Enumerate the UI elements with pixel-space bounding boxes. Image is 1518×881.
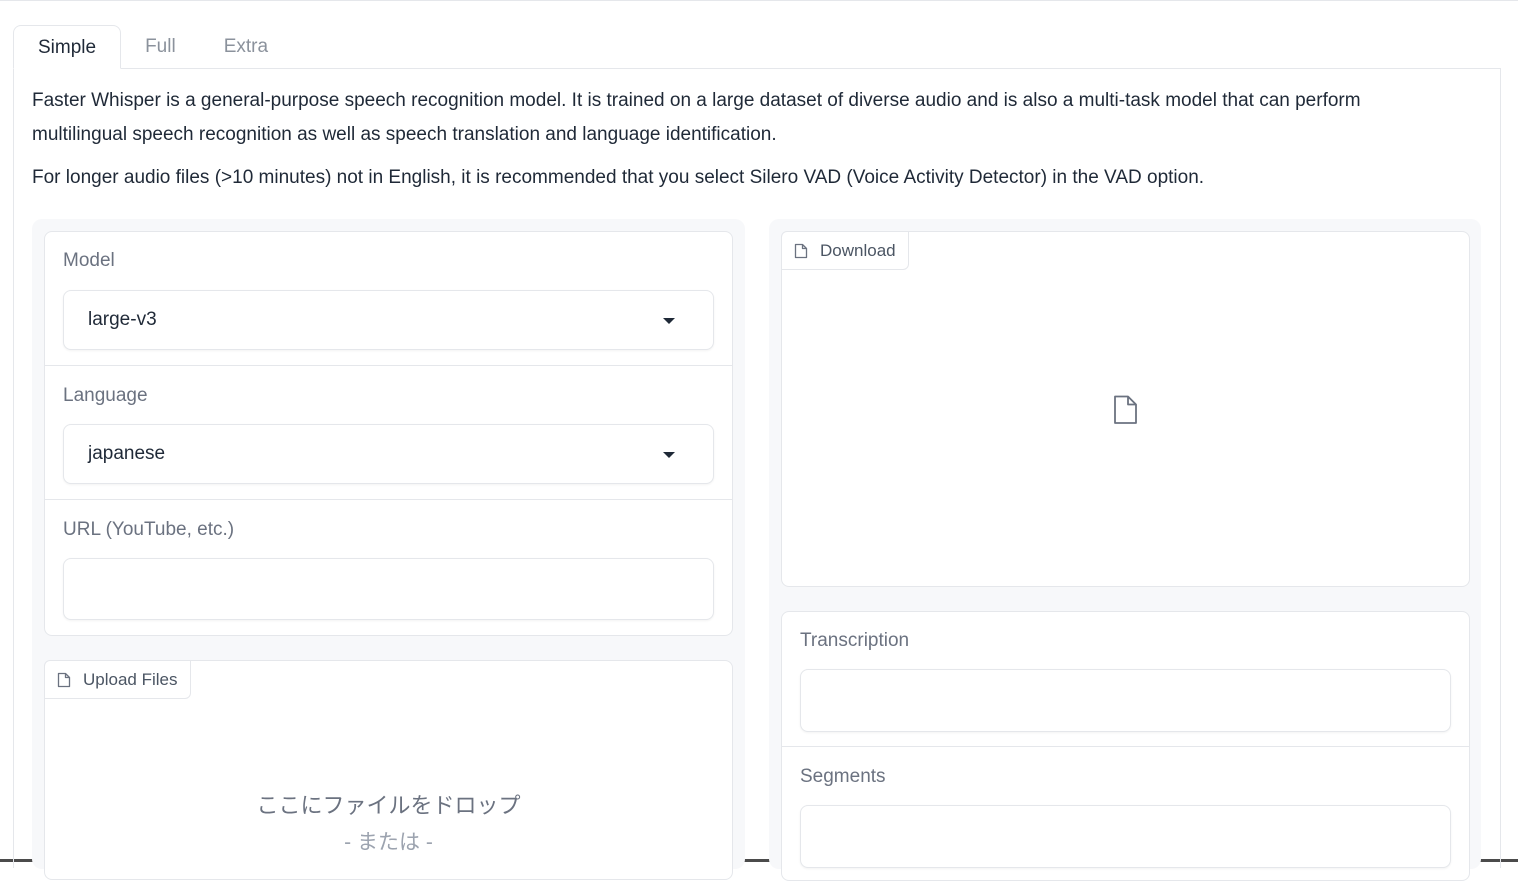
divider: [45, 499, 732, 500]
chevron-down-icon: [663, 318, 675, 324]
divider: [45, 365, 732, 366]
tab-nav: Simple Full Extra: [13, 25, 292, 69]
tab-full[interactable]: Full: [121, 25, 200, 69]
divider: [782, 746, 1469, 747]
upload-files-label: Upload Files: [44, 660, 191, 699]
top-border: [0, 0, 1518, 1]
model-dropdown[interactable]: large-v3: [63, 290, 714, 350]
url-label: URL (YouTube, etc.): [63, 519, 235, 540]
description-paragraph-2: For longer audio files (>10 minutes) not…: [32, 167, 1205, 188]
url-input[interactable]: [63, 558, 714, 620]
model-label: Model: [63, 250, 115, 271]
transcription-output[interactable]: [800, 669, 1451, 732]
download-text: Download: [820, 240, 896, 260]
description-paragraph-1: Faster Whisper is a general-purpose spee…: [32, 90, 1361, 145]
language-dropdown[interactable]: japanese: [63, 424, 714, 484]
model-value: large-v3: [88, 309, 157, 330]
language-value: japanese: [88, 443, 166, 464]
segments-label: Segments: [800, 766, 886, 787]
tab-simple[interactable]: Simple: [13, 25, 122, 69]
file-icon: [1114, 395, 1137, 424]
transcription-label: Transcription: [800, 630, 910, 651]
download-label: Download: [781, 231, 909, 270]
language-label: Language: [63, 385, 148, 406]
upload-files-text: Upload Files: [83, 669, 178, 689]
drop-zone-text: ここにファイルをドロップ: [256, 793, 521, 818]
file-icon: [794, 243, 808, 258]
drop-zone-or: - または -: [344, 831, 433, 854]
file-icon: [57, 672, 71, 687]
tab-extra[interactable]: Extra: [200, 25, 292, 69]
segments-output[interactable]: [800, 805, 1451, 868]
chevron-down-icon: [663, 452, 675, 458]
